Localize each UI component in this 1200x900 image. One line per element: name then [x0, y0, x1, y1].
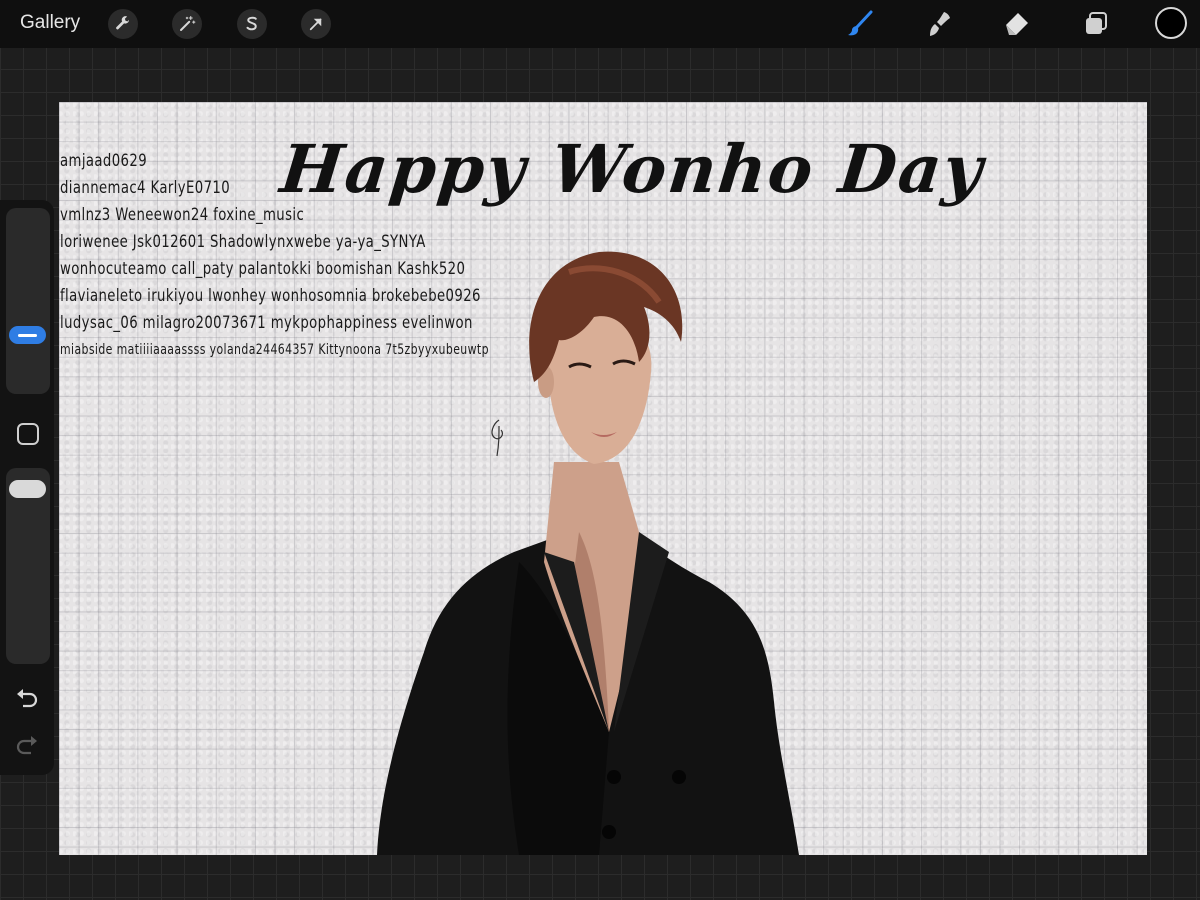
name-line: diannemac4 KarlyE0710: [60, 178, 231, 198]
top-toolbar: Gallery: [0, 0, 1200, 48]
name-line: flavianeleto irukiyou lwonhey wonhosomni…: [60, 286, 481, 306]
wrench-icon[interactable]: [108, 9, 138, 39]
selection-s-icon[interactable]: [237, 9, 267, 39]
opacity-slider[interactable]: [6, 468, 50, 664]
name-line: amjaad0629: [60, 151, 148, 171]
name-line: ludysac_06 milagro20073671 mykpophappine…: [60, 313, 473, 333]
brush-size-thumb[interactable]: [9, 326, 46, 344]
smudge-icon[interactable]: [924, 9, 954, 39]
name-line: wonhocuteamo call_paty palantokki boomis…: [60, 259, 466, 279]
layers-icon[interactable]: [1081, 9, 1111, 39]
color-picker-button[interactable]: [1155, 7, 1187, 39]
name-line: vmlnz3 Weneewon24 foxine_music: [60, 205, 305, 225]
portrait-illustration: [377, 251, 799, 855]
name-line: loriwenee Jsk012601 Shadowlynxwebe ya-ya…: [60, 232, 426, 252]
name-line: miabside matiiiiaaaassss yolanda24464357…: [60, 342, 489, 358]
opacity-thumb[interactable]: [9, 480, 46, 498]
brush-size-slider[interactable]: [6, 208, 50, 394]
eraser-icon[interactable]: [1001, 9, 1031, 39]
gallery-button[interactable]: Gallery: [20, 12, 80, 34]
brush-icon[interactable]: [845, 9, 875, 39]
redo-icon[interactable]: [14, 733, 40, 759]
drawing-canvas[interactable]: Happy Wonho Day amjaad0629 diannemac4 Ka…: [59, 102, 1147, 855]
undo-icon[interactable]: [14, 686, 40, 712]
modify-square-icon[interactable]: [17, 423, 39, 445]
magic-wand-icon[interactable]: [172, 9, 202, 39]
transform-arrow-icon[interactable]: [301, 9, 331, 39]
left-sidebar: [0, 200, 54, 775]
